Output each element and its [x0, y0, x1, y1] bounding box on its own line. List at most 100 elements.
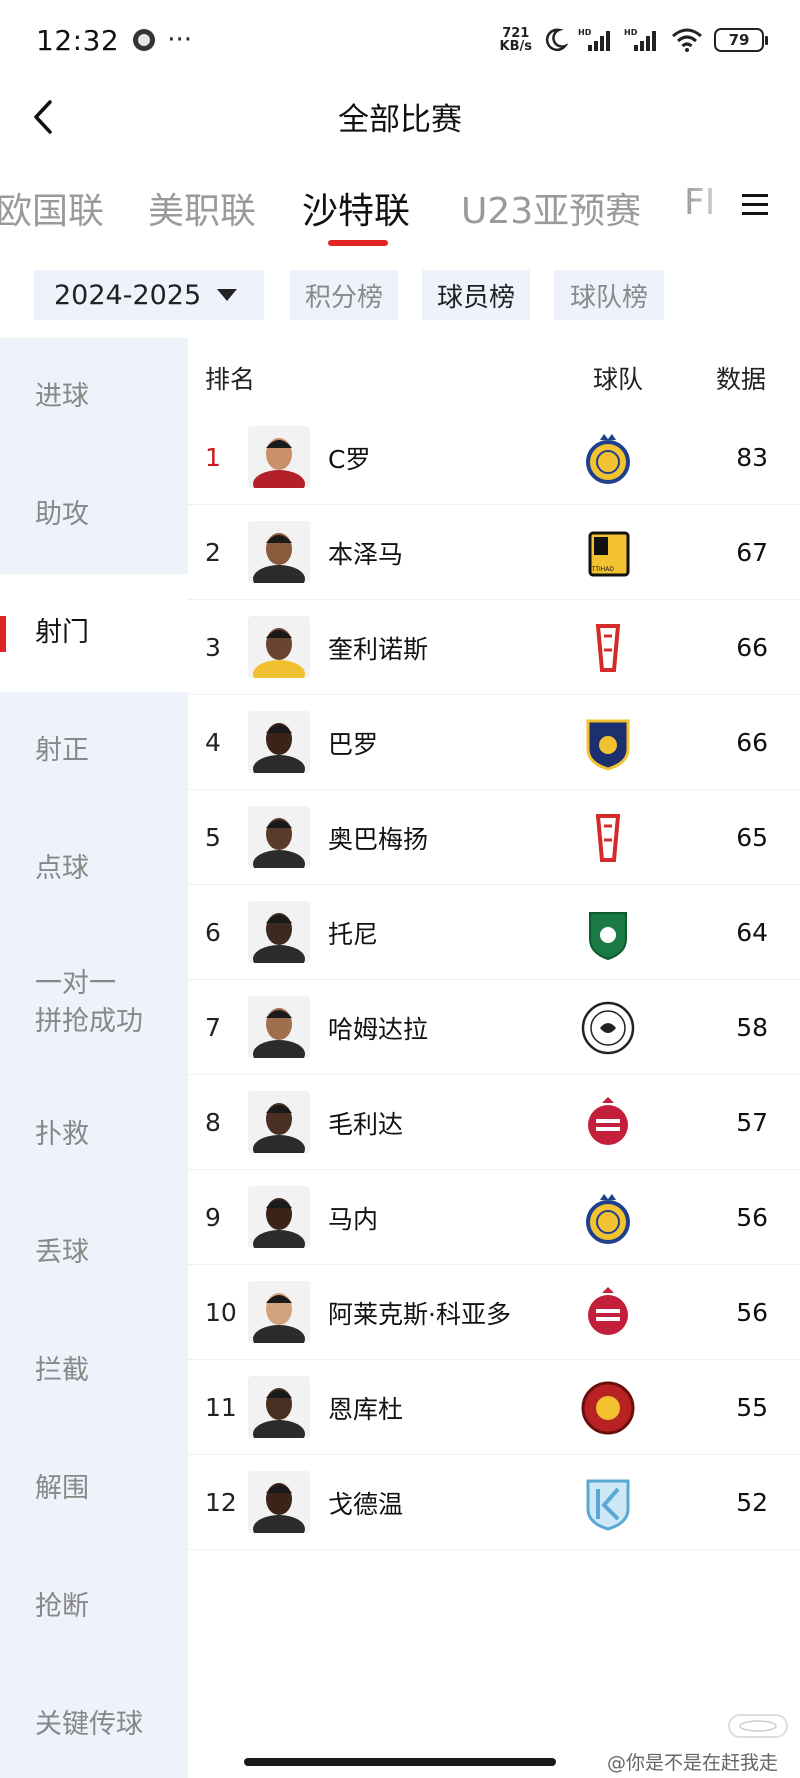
- row-rank: 9: [205, 1203, 221, 1232]
- player-avatar: [248, 1091, 310, 1153]
- svg-text:ITTIHAD: ITTIHAD: [590, 566, 614, 573]
- row-rank: 2: [205, 538, 221, 567]
- player-name-aubameyang: 奥巴梅扬: [328, 824, 429, 854]
- row-value: 83: [736, 443, 768, 472]
- sidebar-item-goals-conceded[interactable]: 丢球: [0, 1194, 188, 1312]
- damac-badge: [578, 1378, 638, 1438]
- player-name-toney: 托尼: [328, 919, 379, 949]
- sidebar-item-assists[interactable]: 助攻: [0, 456, 188, 574]
- player-avatar: [248, 711, 310, 773]
- al-ettifaq-badge: [578, 1093, 638, 1153]
- column-data: 数据: [716, 365, 767, 394]
- al-qadsiah-badge: [578, 808, 638, 868]
- tab-u23-qualifiers[interactable]: U23亚预赛: [461, 182, 641, 234]
- row-value: 65: [736, 823, 768, 852]
- moon-icon: [542, 27, 568, 53]
- sidebar-item-shots[interactable]: 射门: [0, 574, 188, 692]
- notification-icon: [133, 29, 156, 51]
- player-avatar: [248, 1471, 310, 1533]
- table-row[interactable]: 11 恩库杜 55: [188, 1360, 800, 1455]
- menu-icon[interactable]: [740, 192, 772, 218]
- row-value: 67: [736, 538, 768, 567]
- row-value: 66: [736, 728, 768, 757]
- active-tab-indicator: [328, 240, 388, 246]
- network-speed-unit: KB/s: [499, 39, 532, 54]
- player-name-nkoudou: 恩库杜: [328, 1394, 404, 1424]
- cell-signal-icon: HD: [578, 27, 614, 53]
- player-avatar: [248, 616, 310, 678]
- player-avatar: [248, 806, 310, 868]
- al-nassr-badge: [578, 428, 638, 488]
- al-qadsiah-badge: [578, 618, 638, 678]
- sidebar-item-shots-on-target[interactable]: 射正: [0, 692, 188, 810]
- league-tabs: 欧国联 美职联 沙特联 U23亚预赛 FI: [0, 160, 800, 240]
- player-avatar: [248, 1281, 310, 1343]
- player-avatar: [248, 996, 310, 1058]
- table-row[interactable]: 8 毛利达 57: [188, 1075, 800, 1170]
- table-row[interactable]: 5 奥巴梅扬 65: [188, 790, 800, 885]
- sidebar-item-duels-won[interactable]: 一对一 拼抢成功: [0, 928, 188, 1078]
- player-avatar: [248, 1376, 310, 1438]
- table-row[interactable]: 9 马内 56: [188, 1170, 800, 1265]
- row-rank: 10: [205, 1298, 237, 1327]
- tabs-fade: [684, 160, 744, 240]
- row-value: 58: [736, 1013, 768, 1042]
- player-avatar: [248, 901, 310, 963]
- watermark: @你是不是在赶我走: [606, 1752, 778, 1774]
- player-avatar: [248, 1186, 310, 1248]
- table-row[interactable]: 3 奎利诺斯 66: [188, 600, 800, 695]
- status-time: 12:32: [36, 23, 120, 57]
- row-value: 52: [736, 1488, 768, 1517]
- column-team: 球队: [593, 365, 644, 394]
- al-nassr-badge: [578, 1188, 638, 1248]
- tab-saudi-league[interactable]: 沙特联: [302, 182, 410, 234]
- team-rankings-button[interactable]: 球队榜: [554, 270, 664, 320]
- table-row[interactable]: 2 本泽马 ITTIHAD 67: [188, 505, 800, 600]
- sidebar-item-saves[interactable]: 扑救: [0, 1076, 188, 1194]
- row-value: 64: [736, 918, 768, 947]
- sidebar-item-goals[interactable]: 进球: [0, 338, 188, 456]
- table-row[interactable]: 1 C罗 83: [188, 410, 800, 505]
- watermark-logo: [728, 1714, 788, 1738]
- row-rank: 3: [205, 633, 221, 662]
- status-more-icon: ···: [167, 25, 192, 55]
- row-rank: 7: [205, 1013, 221, 1042]
- player-name-quinones: 奎利诺斯: [328, 634, 429, 664]
- player-avatar: [248, 426, 310, 488]
- row-rank: 8: [205, 1108, 221, 1137]
- tab-nations-league[interactable]: 欧国联: [0, 182, 104, 234]
- al-ettifaq-badge: [578, 1283, 638, 1343]
- table-row[interactable]: 10 阿莱克斯·科亚多 56: [188, 1265, 800, 1360]
- player-avatar: [248, 521, 310, 583]
- status-bar: 12:32 ··· 721 KB/s HD HD 79: [0, 0, 800, 80]
- season-select[interactable]: 2024-2025: [34, 270, 264, 320]
- al-taawoun-badge: [578, 713, 638, 773]
- table-row[interactable]: 12 戈德温 52: [188, 1455, 800, 1550]
- player-name-benzema: 本泽马: [328, 539, 404, 569]
- tab-mls[interactable]: 美职联: [148, 182, 256, 234]
- season-value: 2024-2025: [54, 279, 202, 311]
- sidebar-item-key-passes[interactable]: 关键传球: [0, 1666, 188, 1778]
- svg-text:HD: HD: [578, 28, 592, 37]
- sidebar-item-clearances[interactable]: 解围: [0, 1430, 188, 1548]
- row-value: 56: [736, 1298, 768, 1327]
- sidebar-item-interceptions[interactable]: 拦截: [0, 1312, 188, 1430]
- standings-button[interactable]: 积分榜: [290, 270, 398, 320]
- table-row[interactable]: 7 哈姆达拉 58: [188, 980, 800, 1075]
- table-header: 排名 球队 数据: [188, 338, 800, 410]
- status-icons: 721 KB/s HD HD 79: [499, 27, 768, 54]
- table-row[interactable]: 6 托尼 64: [188, 885, 800, 980]
- player-rankings-button[interactable]: 球员榜: [422, 270, 530, 320]
- table-row[interactable]: 4 巴罗 66: [188, 695, 800, 790]
- home-indicator[interactable]: [244, 1758, 556, 1766]
- battery-icon: 79: [714, 28, 768, 52]
- page-title: 全部比赛: [338, 102, 462, 138]
- caret-down-icon: [217, 289, 238, 301]
- al-ittihad-badge: ITTIHAD: [578, 523, 638, 583]
- sidebar-item-tackles[interactable]: 抢断: [0, 1548, 188, 1666]
- row-rank: 6: [205, 918, 221, 947]
- al-shabab-badge: [578, 998, 638, 1058]
- sidebar-item-penalties[interactable]: 点球: [0, 810, 188, 928]
- svg-text:HD: HD: [624, 28, 638, 37]
- player-name-mane: 马内: [328, 1204, 379, 1234]
